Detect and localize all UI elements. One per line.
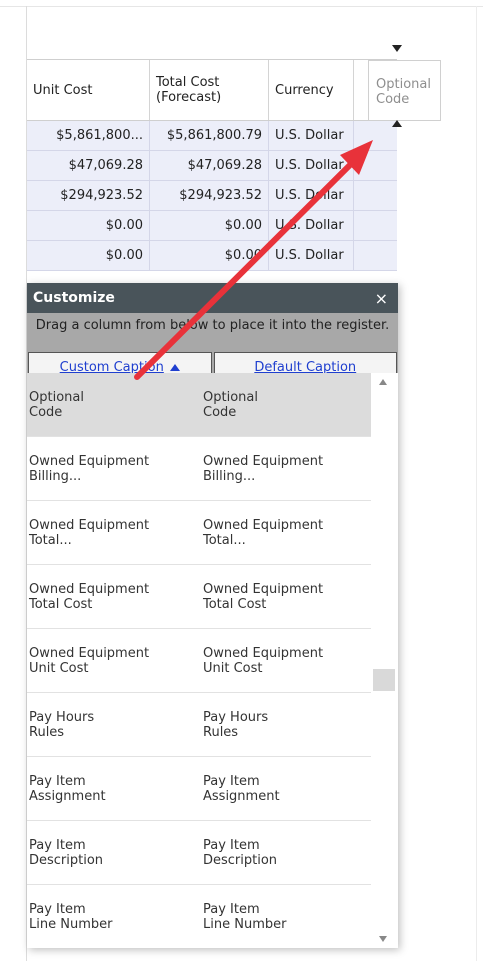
annotation-arrow-icon <box>134 140 373 380</box>
screenshot-frame: Unit Cost Total Cost (Forecast) Currency… <box>0 0 483 967</box>
annotation-arrow-shaft <box>134 157 358 380</box>
